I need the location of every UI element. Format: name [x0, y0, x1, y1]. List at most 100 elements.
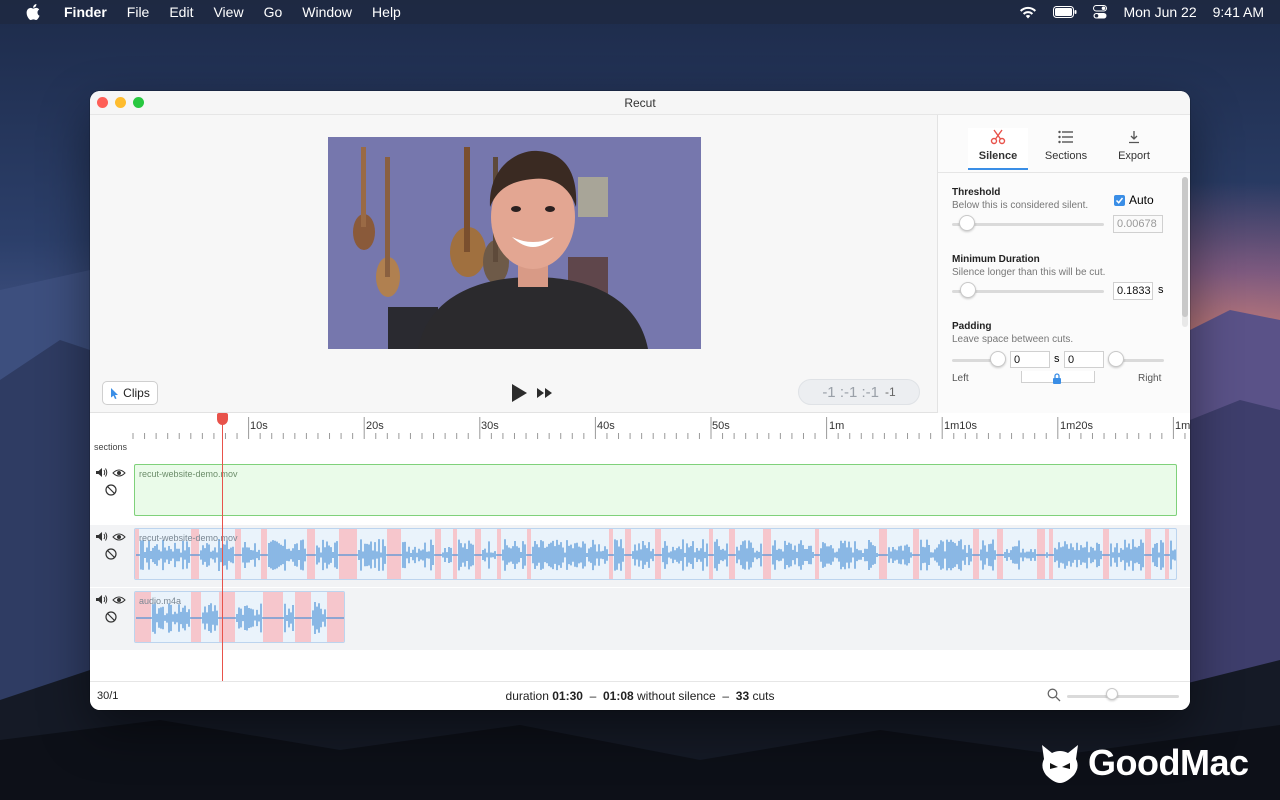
- menu-bar: Finder File Edit View Go Window Help Mon…: [0, 0, 1280, 24]
- clips-button-label: Clips: [123, 386, 150, 400]
- padding-unit: s: [1054, 353, 1060, 365]
- duration-label: duration: [505, 689, 549, 703]
- sections-track-label: sections: [94, 442, 128, 452]
- menu-edit[interactable]: Edit: [169, 4, 193, 20]
- close-window-button[interactable]: [97, 97, 108, 108]
- video-track: recut-website-demo.mov: [90, 461, 1190, 523]
- ruler-label: 30s: [481, 420, 499, 432]
- zoom-window-button[interactable]: [133, 97, 144, 108]
- panel-scrollbar-thumb[interactable]: [1182, 177, 1188, 317]
- speaker-icon[interactable]: [95, 531, 108, 542]
- threshold-heading: Threshold: [952, 187, 1001, 198]
- status-bar: 30/1 duration 01:30 – 01:08 without sile…: [90, 681, 1190, 710]
- padding-left-label: Left: [952, 373, 969, 384]
- playback-controls: Clips -1 :-1 :-1 -1: [90, 373, 937, 413]
- preview-area: [90, 115, 937, 373]
- duration-summary: duration 01:30 – 01:08 without silence –…: [90, 689, 1190, 703]
- separator: –: [722, 689, 730, 703]
- audio-clip[interactable]: audio.m4a: [134, 591, 345, 643]
- list-icon: [1058, 130, 1073, 144]
- tab-export[interactable]: Export: [1104, 128, 1164, 170]
- min-duration-value-field[interactable]: 0.1833: [1113, 282, 1153, 300]
- tab-export-label: Export: [1118, 150, 1150, 162]
- goodmac-watermark: GoodMac: [1038, 742, 1249, 784]
- fast-forward-icon[interactable]: [536, 386, 554, 400]
- trimmed-label: without silence: [637, 689, 716, 703]
- control-center-icon[interactable]: [1093, 5, 1108, 19]
- audio-waveform: [135, 529, 1176, 579]
- tab-silence-label: Silence: [978, 150, 1018, 162]
- menubar-date[interactable]: Mon Jun 22: [1123, 4, 1196, 20]
- disable-track-icon[interactable]: [105, 611, 117, 623]
- goodmac-logo-icon: [1042, 745, 1078, 783]
- eye-icon[interactable]: [112, 468, 126, 478]
- eye-icon[interactable]: [112, 595, 126, 605]
- panel-scrollbar[interactable]: [1182, 177, 1188, 327]
- pointer-icon: [111, 387, 119, 399]
- recut-window: Recut Clips -1:-1:-1 -1 Silence Sectio…: [90, 91, 1190, 710]
- menu-help[interactable]: Help: [372, 4, 401, 20]
- clips-button[interactable]: Clips: [102, 381, 158, 405]
- ruler-label: 1m10s: [944, 420, 978, 432]
- tab-sections[interactable]: Sections: [1036, 128, 1096, 170]
- silence-settings-panel: Silence Sections Export Threshold Below …: [937, 115, 1190, 413]
- play-icon[interactable]: [509, 382, 529, 404]
- threshold-auto-label: Auto: [1129, 193, 1154, 207]
- playhead-line[interactable]: [222, 413, 223, 710]
- padding-right-field[interactable]: 0: [1064, 351, 1104, 368]
- menu-view[interactable]: View: [213, 4, 243, 20]
- ruler-label: 10s: [250, 420, 268, 432]
- disable-track-icon[interactable]: [105, 484, 117, 496]
- goodmac-wordmark: GoodMac: [1088, 742, 1249, 783]
- min-duration-slider-knob[interactable]: [959, 282, 976, 298]
- menu-app-name[interactable]: Finder: [64, 4, 107, 20]
- ruler-label: 20s: [366, 420, 384, 432]
- threshold-slider-knob[interactable]: [959, 215, 976, 231]
- tab-silence[interactable]: Silence: [968, 128, 1028, 170]
- minimize-window-button[interactable]: [115, 97, 126, 108]
- speaker-icon[interactable]: [95, 467, 108, 478]
- eye-icon[interactable]: [112, 532, 126, 542]
- timecode-value: -1 :-1 :-1: [822, 383, 879, 401]
- timeline-ruler[interactable]: 10s 20s 30s 40s 50s 1m 1m10s 1m20s 1m se…: [90, 413, 1190, 453]
- padding-heading: Padding: [952, 321, 992, 332]
- video-preview[interactable]: [328, 137, 701, 349]
- clip-name: audio.m4a: [139, 596, 182, 606]
- ruler-ticks: [132, 417, 1186, 439]
- window-title: Recut: [624, 95, 656, 110]
- zoom-slider[interactable]: [1067, 695, 1179, 698]
- lock-icon[interactable]: [1052, 372, 1062, 384]
- ruler-label: 40s: [597, 420, 615, 432]
- ruler-label: 1m20s: [1060, 420, 1094, 432]
- padding-right-slider-knob[interactable]: [1108, 351, 1124, 367]
- menubar-time[interactable]: 9:41 AM: [1213, 4, 1264, 20]
- duration-value: 01:30: [552, 689, 583, 703]
- checkbox-checked-icon: [1114, 194, 1125, 206]
- playhead-handle[interactable]: [217, 413, 228, 425]
- menu-window[interactable]: Window: [302, 4, 352, 20]
- menu-file[interactable]: File: [127, 4, 150, 20]
- apple-menu-icon[interactable]: [26, 4, 46, 20]
- wifi-icon[interactable]: [1019, 6, 1037, 19]
- separator: –: [589, 689, 597, 703]
- speaker-icon[interactable]: [95, 594, 108, 605]
- padding-description: Leave space between cuts.: [952, 334, 1074, 345]
- timecode-display[interactable]: -1 :-1 :-1 -1: [798, 379, 920, 405]
- audio-clip[interactable]: recut-website-demo.mov: [134, 528, 1177, 580]
- min-duration-unit: s: [1158, 284, 1164, 296]
- min-duration-heading: Minimum Duration: [952, 254, 1040, 265]
- panel-tabs: Silence Sections Export: [938, 115, 1190, 173]
- scissors-icon: [990, 129, 1006, 145]
- threshold-value-field[interactable]: 0.00678: [1113, 215, 1163, 233]
- disable-track-icon[interactable]: [105, 548, 117, 560]
- video-clip[interactable]: recut-website-demo.mov: [134, 464, 1177, 516]
- audio-track-1: recut-website-demo.mov: [90, 525, 1190, 587]
- threshold-auto-checkbox[interactable]: Auto: [1114, 193, 1154, 207]
- padding-left-slider-knob[interactable]: [990, 351, 1006, 367]
- battery-icon[interactable]: [1053, 6, 1077, 18]
- title-bar[interactable]: Recut: [90, 91, 1190, 115]
- threshold-section: Threshold Below this is considered silen…: [952, 187, 1088, 211]
- menu-go[interactable]: Go: [264, 4, 283, 20]
- padding-left-field[interactable]: 0: [1010, 351, 1050, 368]
- zoom-slider-knob[interactable]: [1105, 688, 1118, 700]
